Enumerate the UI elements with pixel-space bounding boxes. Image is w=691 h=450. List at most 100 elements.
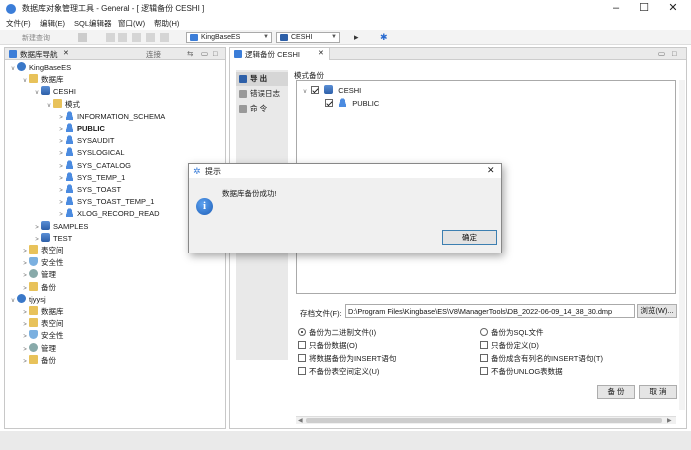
expand-icon[interactable]: > — [21, 356, 29, 368]
backup-checkbox-option[interactable]: 只备份定义(D) — [480, 340, 539, 351]
tree-item[interactable]: v tjyysj — [9, 293, 46, 307]
tree-item[interactable]: v KingBaseES — [9, 62, 71, 74]
backup-radio-option[interactable]: 备份为SQL文件 — [480, 327, 544, 338]
ok-button[interactable]: 确定 — [442, 230, 497, 245]
backup-button[interactable]: 备 份 — [597, 385, 635, 399]
server-select[interactable]: KingBaseES ▼ — [186, 32, 272, 43]
tree-item[interactable]: > 管理 — [21, 342, 56, 356]
tree-item[interactable]: > 管理 — [21, 269, 56, 281]
backup-checkbox-option[interactable]: 只备份数据(O) — [298, 340, 357, 351]
expand-icon[interactable]: > — [21, 246, 29, 258]
expand-icon[interactable]: > — [57, 173, 65, 185]
expand-icon[interactable]: > — [21, 344, 29, 356]
collapse-icon[interactable]: v — [21, 75, 29, 87]
connect-button[interactable]: 连接 — [146, 49, 161, 60]
expand-icon[interactable]: > — [57, 197, 65, 209]
expand-icon[interactable]: > — [57, 136, 65, 148]
tree-item[interactable]: > 安全性 — [21, 330, 64, 342]
expand-icon[interactable]: > — [21, 283, 29, 295]
scrollbar-thumb[interactable] — [306, 418, 662, 423]
menu-edit[interactable]: 编辑(E) — [40, 18, 65, 29]
checkbox-icon[interactable] — [480, 354, 488, 362]
menu-help[interactable]: 帮助(H) — [154, 18, 179, 29]
expand-icon[interactable]: > — [57, 124, 65, 136]
tree-item[interactable]: > TEST — [33, 232, 72, 246]
tree-item[interactable]: > PUBLIC — [57, 123, 105, 135]
dialog-close-button[interactable]: ✕ — [487, 165, 495, 176]
radio-icon[interactable] — [298, 328, 306, 336]
scroll-right-icon[interactable]: ▶ — [667, 417, 672, 424]
vertical-scrollbar[interactable] — [679, 80, 685, 410]
checkbox-icon[interactable] — [298, 341, 306, 349]
expand-icon[interactable]: > — [21, 270, 29, 282]
execute-icon[interactable]: ▸ — [354, 32, 359, 43]
cancel-button[interactable]: 取 消 — [639, 385, 677, 399]
expand-icon[interactable]: > — [21, 331, 29, 343]
redo-icon[interactable] — [118, 33, 127, 42]
link-icon[interactable]: ⇆ — [187, 49, 193, 58]
minimize-button[interactable]: – — [601, 0, 631, 17]
collapse-icon[interactable]: v — [45, 100, 53, 112]
tree-item[interactable]: > 备份 — [21, 281, 56, 295]
close-window-button[interactable]: ✕ — [658, 0, 688, 17]
expand-icon[interactable]: > — [21, 319, 29, 331]
maximize-view-icon[interactable]: □ — [213, 49, 218, 58]
tree-item[interactable]: v CESHI — [33, 86, 76, 98]
minimize-view-icon[interactable]: ▭ — [201, 49, 208, 58]
menu-sql-editor[interactable]: SQL编辑器 — [74, 18, 112, 29]
collapse-icon[interactable]: v — [9, 63, 17, 75]
backup-radio-option[interactable]: 备份为二进制文件(I) — [298, 327, 376, 338]
menu-file[interactable]: 文件(F) — [6, 18, 31, 29]
backup-checkbox-option[interactable]: 不备份表空间定义(U) — [298, 366, 379, 377]
checkbox-icon[interactable] — [298, 367, 306, 375]
expand-icon[interactable]: > — [57, 209, 65, 221]
backup-checkbox-option[interactable]: 备份成含有列名的INSERT语句(T) — [480, 353, 603, 364]
backup-checkbox-option[interactable]: 将数据备份为INSERT语句 — [298, 353, 396, 364]
tab-close-icon[interactable]: ✕ — [63, 49, 69, 57]
new-query-button[interactable]: 新建查询 — [22, 33, 50, 43]
checkbox-icon[interactable] — [480, 367, 488, 375]
scroll-left-icon[interactable]: ◀ — [298, 417, 303, 424]
expand-icon[interactable]: > — [57, 148, 65, 160]
checkbox-icon[interactable] — [298, 354, 306, 362]
tree-item[interactable]: > SYS_TOAST — [57, 184, 121, 196]
expand-icon[interactable]: > — [57, 112, 65, 124]
tab-database-navigator[interactable]: 数据库导航 — [20, 49, 58, 60]
tree-item[interactable]: > SYS_TEMP_1 — [57, 171, 125, 185]
tree-item[interactable]: > INFORMATION_SCHEMA — [57, 110, 165, 124]
tree-item[interactable]: > SYS_CATALOG — [57, 159, 131, 173]
tree-item[interactable]: > 表空间 — [21, 245, 64, 257]
save-icon[interactable] — [78, 33, 87, 42]
debug-icon[interactable]: ✱ — [380, 32, 388, 43]
paste-icon[interactable] — [160, 33, 169, 42]
expand-icon[interactable]: > — [21, 307, 29, 319]
tree-item[interactable]: > SYSLOGICAL — [57, 147, 125, 159]
cut-icon[interactable] — [146, 33, 155, 42]
collapse-icon[interactable]: v — [9, 295, 17, 307]
horizontal-scrollbar[interactable]: ◀ ▶ — [296, 416, 676, 424]
tree-item[interactable]: > 数据库 — [21, 306, 64, 318]
expand-icon[interactable]: > — [21, 258, 29, 270]
maximize-button[interactable]: ☐ — [629, 0, 659, 17]
collapse-icon[interactable]: v — [33, 87, 41, 99]
expand-icon[interactable]: > — [33, 234, 41, 246]
undo-icon[interactable] — [106, 33, 115, 42]
tree-item[interactable]: > XLOG_RECORD_READ — [57, 208, 160, 220]
menu-window[interactable]: 窗口(W) — [118, 18, 145, 29]
tree-item[interactable]: > SYSAUDIT — [57, 135, 115, 147]
refresh-icon[interactable] — [132, 33, 141, 42]
tree-item[interactable]: > SYS_TOAST_TEMP_1 — [57, 196, 154, 208]
expand-icon[interactable]: > — [57, 185, 65, 197]
expand-icon[interactable]: > — [57, 161, 65, 173]
tree-item[interactable]: > 备份 — [21, 354, 56, 368]
checkbox-icon[interactable] — [480, 341, 488, 349]
tree-item[interactable]: v 数据库 — [21, 74, 64, 86]
tree-item[interactable]: v 模式 — [45, 98, 80, 112]
radio-icon[interactable] — [480, 328, 488, 336]
tree-item[interactable]: > 表空间 — [21, 318, 64, 330]
expand-icon[interactable]: > — [33, 222, 41, 234]
tree-item[interactable]: > SAMPLES — [33, 220, 88, 234]
tree-item[interactable]: > 安全性 — [21, 257, 64, 269]
database-select[interactable]: CESHI ▼ — [276, 32, 340, 43]
backup-checkbox-option[interactable]: 不备份UNLOG表数据 — [480, 366, 563, 377]
